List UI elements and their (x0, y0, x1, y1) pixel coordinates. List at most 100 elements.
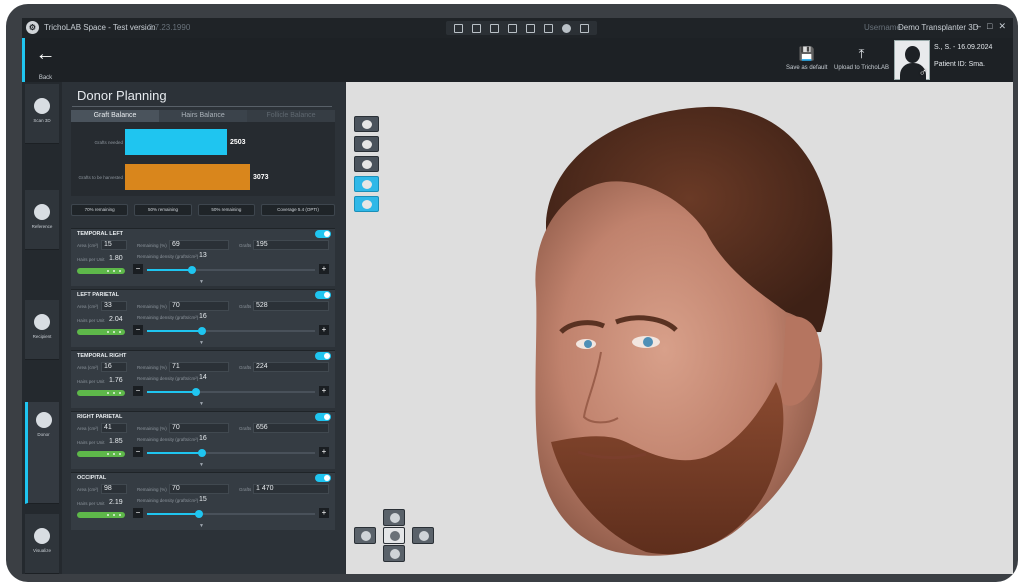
sidebar-item-recipient[interactable]: Recipient (25, 300, 59, 360)
density-decrease-button[interactable]: − (133, 386, 143, 396)
density-increase-button[interactable]: + (319, 508, 329, 518)
chevron-down-icon[interactable]: ▼ (199, 401, 204, 407)
remaining-label: Remaining (%) (137, 304, 167, 309)
nav-view-front[interactable] (383, 527, 405, 544)
area-value: 41 (104, 424, 112, 431)
sidebar-item-reference[interactable]: Reference (25, 190, 59, 250)
density-decrease-button[interactable]: − (133, 447, 143, 457)
back-button[interactable]: ← Back (22, 38, 66, 82)
grafts-value: 528 (256, 302, 268, 309)
density-decrease-button[interactable]: − (133, 264, 143, 274)
density-increase-button[interactable]: + (319, 447, 329, 457)
hairs-per-unit-value: 2.19 (109, 499, 123, 506)
area-value: 16 (104, 363, 112, 370)
donor-planning-panel: Donor Planning Graft Balance Hairs Balan… (62, 82, 345, 574)
remaining-value: 70 (172, 424, 180, 431)
header-toolbar: ← Back 💾 Save as default ⤒ Upload to Tri… (22, 38, 1013, 82)
3d-viewport[interactable] (346, 82, 1013, 574)
remaining-value: 71 (172, 363, 180, 370)
username-label: Username (864, 23, 901, 32)
region-toggle[interactable] (315, 413, 331, 421)
info-icon[interactable] (580, 23, 589, 33)
region-card: TEMPORAL LEFT Area (cm²) 15 Remaining (%) 69… (71, 228, 335, 286)
density-label: Remaining density (grafts/cm²) (137, 376, 199, 381)
grafts-value: 1 470 (256, 485, 274, 492)
chevron-down-icon[interactable]: ▼ (199, 462, 204, 468)
area-label: Area (cm²) (77, 243, 99, 248)
chevron-down-icon[interactable]: ▼ (199, 279, 204, 285)
hpu-distribution-pill[interactable] (77, 451, 125, 457)
area-value: 15 (104, 241, 112, 248)
density-decrease-button[interactable]: − (133, 325, 143, 335)
sidebar-item-visualize[interactable]: Visualize (25, 514, 59, 574)
tab-hairs-balance[interactable]: Hairs Balance (159, 110, 247, 122)
save-default-button[interactable]: 💾 Save as default (786, 46, 827, 71)
save-default-label: Save as default (786, 65, 828, 71)
upload-label: Upload to TrichoLAB (834, 65, 890, 71)
density-slider[interactable] (147, 327, 315, 335)
hpu-distribution-pill[interactable] (77, 512, 125, 518)
slider-knob[interactable] (198, 327, 207, 335)
folder-icon[interactable] (472, 23, 481, 33)
screenshot-icon[interactable] (508, 23, 517, 33)
settings-icon[interactable] (562, 23, 571, 33)
nav-view-right[interactable] (412, 527, 434, 544)
recipient-head-icon (34, 314, 50, 330)
region-toggle[interactable] (315, 352, 331, 360)
document-icon[interactable] (490, 23, 499, 33)
sidebar-item-donor[interactable]: Donor (25, 402, 59, 504)
close-button[interactable]: ✕ (998, 21, 1006, 32)
network-icon[interactable] (526, 23, 535, 33)
hpu-distribution-pill[interactable] (77, 329, 125, 335)
slider-knob[interactable] (198, 449, 207, 457)
iris-left (584, 340, 592, 348)
remaining-value: 70 (172, 485, 180, 492)
hairs-per-unit-label: Hairs per Unit (77, 379, 105, 384)
density-decrease-button[interactable]: − (133, 508, 143, 518)
density-value: 13 (199, 252, 207, 259)
monitor-icon[interactable] (454, 23, 463, 33)
region-toggle[interactable] (315, 474, 331, 482)
slider-knob[interactable] (191, 388, 200, 396)
sidebar-item-scan[interactable]: Scan 3D (25, 84, 59, 144)
region-card: LEFT PARIETAL Area (cm²) 33 Remaining (%) 70… (71, 289, 335, 347)
maximize-button[interactable]: □ (987, 21, 992, 32)
region-toggle[interactable] (315, 291, 331, 299)
slider-knob[interactable] (195, 510, 204, 518)
density-slider[interactable] (147, 449, 315, 457)
density-slider[interactable] (147, 510, 315, 518)
slider-rest (192, 269, 315, 271)
upload-button[interactable]: ⤒ Upload to TrichoLAB (834, 46, 889, 71)
nav-view-back[interactable] (383, 545, 405, 562)
grafts-value: 656 (256, 424, 268, 431)
hairs-per-unit-label: Hairs per Unit (77, 318, 105, 323)
slider-knob[interactable] (188, 266, 197, 274)
hpu-distribution-pill[interactable] (77, 390, 125, 396)
chevron-down-icon[interactable]: ▼ (199, 523, 204, 529)
grafts-label: Grafts (239, 304, 252, 309)
hairs-per-unit-value: 1.76 (109, 377, 123, 384)
density-increase-button[interactable]: + (319, 386, 329, 396)
nav-view-left[interactable] (354, 527, 376, 544)
remaining-value: 70 (172, 302, 180, 309)
reference-icon (34, 204, 50, 220)
density-increase-button[interactable]: + (319, 264, 329, 274)
slider-rest (202, 330, 315, 332)
chevron-down-icon[interactable]: ▼ (199, 340, 204, 346)
app-version: 2.7.23.1990 (148, 23, 191, 32)
density-label: Remaining density (grafts/cm²) (137, 437, 199, 442)
nav-view-top[interactable] (383, 509, 405, 526)
region-toggle[interactable] (315, 230, 331, 238)
patient-avatar[interactable]: ♂ (894, 40, 930, 80)
density-slider[interactable] (147, 388, 315, 396)
title-bar: ⚙ TrichoLAB Space - Test version 2.7.23.… (22, 18, 1013, 38)
tab-graft-balance[interactable]: Graft Balance (71, 110, 159, 122)
tab-follicle-balance[interactable]: Follicle Balance (247, 110, 335, 122)
hpu-distribution-pill[interactable] (77, 268, 125, 274)
minimize-button[interactable]: – (976, 21, 981, 32)
hairs-per-unit-value: 1.80 (109, 255, 123, 262)
density-slider[interactable] (147, 266, 315, 274)
density-increase-button[interactable]: + (319, 325, 329, 335)
sidebar-item-label: Visualize (33, 548, 51, 553)
camera-icon[interactable] (544, 23, 553, 33)
